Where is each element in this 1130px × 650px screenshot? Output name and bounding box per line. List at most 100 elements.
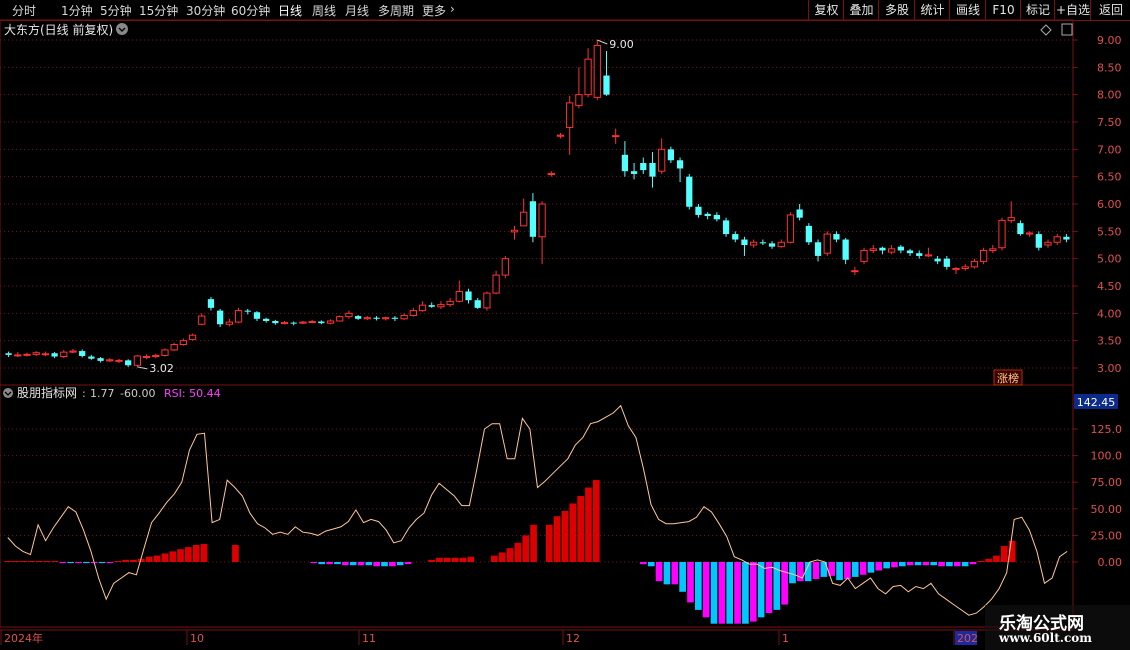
indicator-bar [663, 562, 671, 585]
indicator-bars [4, 480, 1016, 624]
candle-body [676, 160, 684, 169]
indicator-bar [702, 562, 710, 618]
candle-body [621, 154, 629, 172]
candle-body [409, 310, 417, 317]
date-label: 12 [566, 632, 580, 645]
candle-body [649, 163, 656, 177]
date-label: 1 [782, 632, 789, 645]
date-label: 2024年 [4, 631, 43, 645]
candle-body [326, 320, 335, 324]
candle-body [1035, 234, 1042, 248]
low-marker-line [137, 366, 148, 370]
candle-body [1017, 223, 1024, 235]
candle-body [584, 58, 592, 96]
candle-body [593, 44, 601, 98]
candle-body [713, 214, 720, 220]
indicator-bar [75, 562, 82, 564]
candle-body [556, 134, 565, 137]
indicator-bar [569, 503, 577, 562]
candle-body [363, 317, 371, 320]
indicator-bar [734, 562, 741, 624]
candle-body [612, 135, 620, 138]
rsi-label: RSI: 50.44 [164, 387, 221, 400]
candle-body [510, 229, 519, 233]
indicator-tick-label: 25.00 [1091, 529, 1123, 542]
low-price-label: 3.02 [149, 362, 174, 375]
high-marker-line [597, 39, 608, 45]
candle-body [640, 163, 647, 171]
candle-body [501, 258, 509, 276]
indicator-bar [961, 562, 969, 567]
candle-body [272, 320, 279, 324]
candle-body [336, 316, 344, 322]
rank-badge-label: 涨榜 [997, 371, 1019, 385]
candle-body [225, 321, 233, 325]
indicator-bar [985, 558, 992, 562]
price-tick-label: 3.00 [1097, 362, 1122, 375]
indicator-bar [765, 562, 773, 614]
price-tick-label: 6.50 [1097, 171, 1122, 184]
candle-body [979, 249, 988, 262]
candle-body [759, 242, 766, 244]
indicator-bar [522, 535, 530, 562]
watermark-url: www.60lt.com [999, 631, 1092, 645]
indicator-bar [1000, 546, 1008, 562]
candle-body [244, 310, 251, 312]
indicator-bar [310, 562, 318, 564]
candle-body [355, 316, 362, 319]
indicator-bar [51, 560, 59, 562]
candle-body [382, 317, 390, 320]
candle-body [234, 310, 243, 323]
candle-body [998, 219, 1006, 249]
indicator-bar [443, 557, 451, 562]
candle-body [686, 176, 693, 207]
candle-body [1025, 232, 1034, 235]
candle-body [833, 234, 840, 240]
indicator-bar [161, 553, 169, 562]
candle-body [924, 254, 933, 257]
indicator-bar [946, 562, 953, 567]
candle-body [529, 201, 537, 237]
indicator-bar [153, 555, 161, 562]
indicator-bar [749, 562, 757, 622]
indicator-bar [59, 562, 67, 564]
candle-body [428, 305, 435, 307]
candle-body [41, 353, 50, 356]
indicator-bar [891, 562, 898, 568]
indicator-bar [640, 562, 647, 565]
price-tick-label: 3.50 [1097, 335, 1122, 348]
candle-body [418, 304, 427, 312]
candle-body [253, 312, 261, 319]
price-tick-label: 7.00 [1097, 143, 1122, 156]
candle-body [970, 260, 979, 268]
candle-body [575, 94, 583, 107]
candle-body [842, 239, 849, 260]
indicator-bar [789, 562, 796, 584]
indicator-bar [169, 551, 177, 562]
indicator-bar [389, 562, 396, 567]
indicator-bar [898, 562, 906, 567]
indicator-bar [98, 562, 106, 564]
indicator-bar [851, 562, 859, 577]
price-tick-label: 6.00 [1097, 198, 1122, 211]
indicator-bar [326, 562, 333, 565]
indicator-bar [836, 562, 843, 581]
candle-body [989, 248, 997, 251]
indicator-bar [514, 542, 522, 562]
indicator-bar [930, 562, 938, 566]
chart-canvas: 9.00 8.50 8.00 7.50 7.00 6.50 6.00 5.50 5.00 4.50… [0, 19, 1123, 645]
candle-body [142, 356, 151, 359]
candle-body [566, 102, 574, 128]
candle-body [263, 318, 270, 321]
indicator-bar [467, 556, 475, 562]
candle-body [1063, 236, 1070, 240]
price-tick-label: 4.00 [1097, 307, 1122, 320]
indicator-bar [530, 524, 537, 562]
candle-body [88, 356, 95, 359]
candle-body [299, 321, 307, 324]
candle-body [152, 354, 160, 358]
indicator-bar [993, 555, 1000, 562]
indicator-bar [812, 562, 820, 580]
candle-body [796, 209, 803, 218]
indicator-bar [859, 562, 867, 575]
